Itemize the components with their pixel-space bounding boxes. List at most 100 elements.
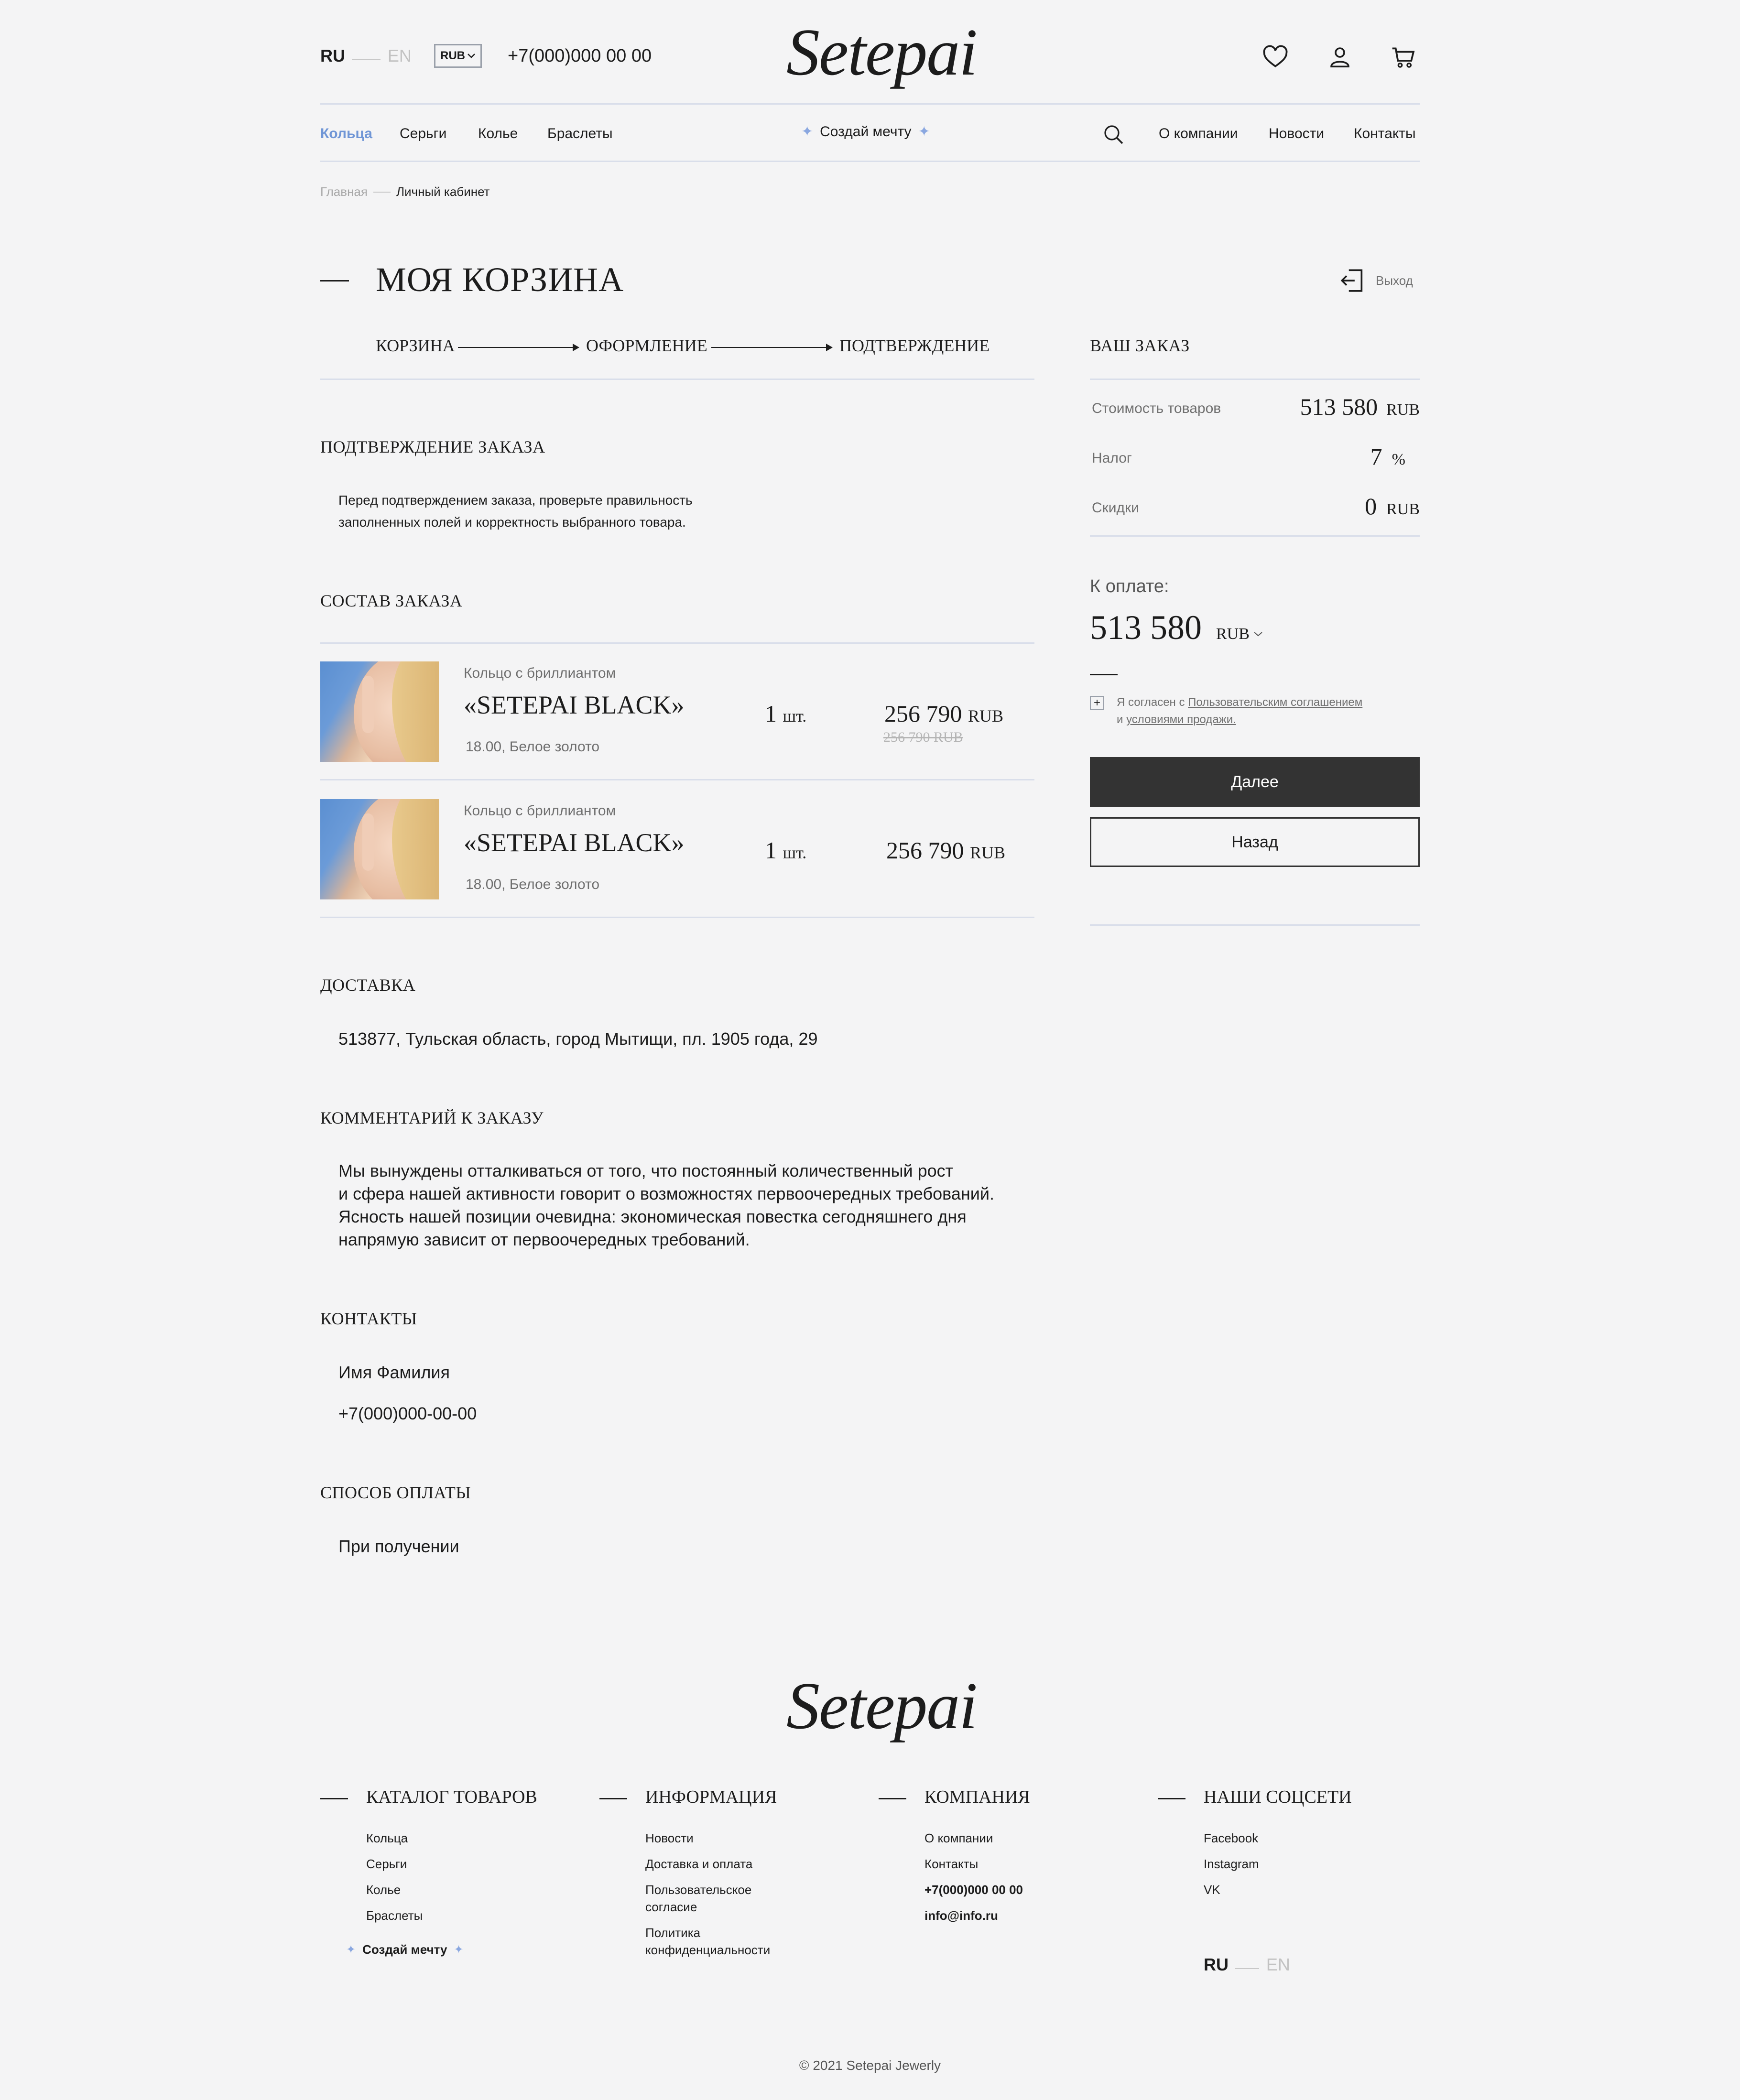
- payment-heading: СПОСОБ ОПЛАТЫ: [320, 1483, 471, 1502]
- breadcrumb-home[interactable]: Главная: [320, 184, 368, 199]
- footer-info-heading: ИНФОРМАЦИЯ: [645, 1787, 777, 1807]
- site-logo[interactable]: Setepai: [786, 19, 978, 86]
- logout-button[interactable]: Выход: [1338, 267, 1413, 294]
- lang-ru[interactable]: RU: [320, 46, 345, 65]
- confirm-text-line: заполненных полей и корректность выбранн…: [338, 515, 686, 530]
- lang-divider: [352, 59, 381, 60]
- price-currency: RUB: [970, 843, 1006, 862]
- nav-contacts[interactable]: Контакты: [1354, 126, 1416, 142]
- footer-catalog-links: Кольца Серьги Колье Браслеты: [366, 1829, 423, 1924]
- footer-link[interactable]: Колье: [366, 1881, 423, 1898]
- product-quantity: 1 шт.: [765, 836, 806, 864]
- product-image[interactable]: [320, 661, 439, 762]
- footer-link-facebook[interactable]: Facebook: [1204, 1829, 1259, 1847]
- quantity-value: 1: [765, 837, 777, 864]
- chevron-down-icon: [1254, 632, 1262, 637]
- order-heading: СОСТАВ ЗАКАЗА: [320, 591, 463, 610]
- footer-info-links: Новости Доставка и оплата Пользовательск…: [645, 1829, 789, 1959]
- discount-label: Скидки: [1092, 500, 1139, 516]
- discount-unit: RUB: [1386, 500, 1420, 518]
- product-image[interactable]: [320, 799, 439, 899]
- nav-earrings[interactable]: Серьги: [400, 126, 446, 142]
- footer-link[interactable]: Серьги: [366, 1855, 423, 1873]
- next-button[interactable]: Далее: [1090, 757, 1420, 807]
- nav-necklaces[interactable]: Колье: [478, 126, 518, 142]
- product-quantity: 1 шт.: [765, 700, 806, 727]
- footer-link[interactable]: Пользовательское согласие: [645, 1881, 789, 1916]
- footer-link[interactable]: Политика конфиденциальности: [645, 1924, 789, 1959]
- comment-line: Мы вынуждены отталкиваться от того, что …: [338, 1161, 954, 1180]
- logout-icon: [1340, 269, 1363, 292]
- to-pay-currency-select[interactable]: RUB: [1216, 625, 1263, 643]
- breadcrumb: Главная Личный кабинет: [320, 184, 490, 199]
- footer-link-instagram[interactable]: Instagram: [1204, 1855, 1259, 1873]
- footer-link-vk[interactable]: VK: [1204, 1881, 1259, 1898]
- breadcrumb-current: Личный кабинет: [396, 184, 490, 199]
- heart-icon[interactable]: [1262, 44, 1289, 73]
- product-name[interactable]: «SETEPAI BLACK»: [464, 828, 685, 857]
- nav-rings[interactable]: Кольца: [320, 126, 372, 142]
- to-pay-unit: RUB: [1216, 625, 1250, 643]
- price-value: 256 790: [886, 837, 964, 864]
- comment-heading: КОММЕНТАРИЙ К ЗАКАЗУ: [320, 1108, 544, 1127]
- summary-heading: ВАШ ЗАКАЗ: [1090, 336, 1190, 355]
- user-icon[interactable]: [1327, 44, 1353, 72]
- lang-en[interactable]: EN: [388, 46, 412, 65]
- step-confirm[interactable]: ПОДТВЕРЖДЕНИЕ: [839, 336, 990, 356]
- lang-ru[interactable]: RU: [1204, 1955, 1229, 1974]
- nav-bracelets[interactable]: Браслеты: [547, 126, 613, 142]
- delivery-heading: ДОСТАВКА: [320, 975, 416, 995]
- nav-create-dream-label: Создай мечту: [820, 123, 912, 140]
- image-detail: [362, 813, 374, 871]
- nav-create-dream[interactable]: ✦ Создай мечту ✦: [801, 123, 930, 140]
- footer-link[interactable]: Браслеты: [366, 1907, 423, 1924]
- footer-link[interactable]: Кольца: [366, 1829, 423, 1847]
- lang-en[interactable]: EN: [1266, 1955, 1290, 1974]
- step-arrow: [711, 344, 833, 351]
- step-checkout[interactable]: ОФОРМЛЕНИЕ: [586, 336, 707, 356]
- footer-logo[interactable]: Setepai: [786, 1673, 978, 1740]
- currency-select[interactable]: RUB: [434, 44, 482, 68]
- product-price: 256 790 RUB: [884, 700, 1003, 727]
- discount: 0 RUB: [1365, 492, 1420, 520]
- footer-dash: [1158, 1798, 1185, 1799]
- order-divider: [320, 642, 1034, 644]
- footer-phone[interactable]: +7(000)000 00 00: [924, 1881, 1023, 1898]
- header-phone[interactable]: +7(000)000 00 00: [508, 46, 652, 66]
- footer-dash: [320, 1798, 348, 1799]
- cart-icon[interactable]: [1390, 44, 1417, 73]
- footer-dash: [599, 1798, 627, 1799]
- product-name[interactable]: «SETEPAI BLACK»: [464, 690, 685, 720]
- language-switcher: RU EN: [320, 46, 412, 66]
- nav-news[interactable]: Новости: [1269, 126, 1324, 142]
- quantity-value: 1: [765, 700, 777, 727]
- step-cart[interactable]: КОРЗИНА: [376, 336, 455, 356]
- agree-checkbox[interactable]: +: [1090, 696, 1104, 710]
- agreement-link[interactable]: Пользовательским соглашением: [1188, 696, 1362, 709]
- footer-company-heading: КОМПАНИЯ: [924, 1787, 1030, 1807]
- footer-link[interactable]: Доставка и оплата: [645, 1855, 789, 1873]
- footer-social-heading: НАШИ СОЦСЕТИ: [1204, 1787, 1352, 1807]
- sale-terms-link[interactable]: условиями продажи.: [1126, 713, 1236, 726]
- order-bottom-divider: [320, 917, 1034, 918]
- item-divider: [320, 779, 1034, 780]
- to-pay-label: К оплате:: [1090, 576, 1169, 596]
- footer-language-switcher: RU EN: [1204, 1955, 1290, 1975]
- search-icon[interactable]: [1102, 123, 1125, 149]
- footer-link[interactable]: О компании: [924, 1829, 1023, 1847]
- back-button[interactable]: Назад: [1090, 817, 1420, 867]
- goods-cost-value: 513 580: [1300, 393, 1378, 420]
- lang-divider: [1235, 1968, 1260, 1969]
- quantity-unit: шт.: [783, 843, 807, 862]
- next-button-label: Далее: [1231, 772, 1279, 791]
- footer-catalog-heading: КАТАЛОГ ТОВАРОВ: [366, 1787, 537, 1807]
- header-divider: [320, 103, 1420, 105]
- to-pay-value: 513 580: [1090, 608, 1202, 647]
- footer-email[interactable]: info@info.ru: [924, 1907, 1023, 1924]
- footer-link[interactable]: Новости: [645, 1829, 789, 1847]
- footer-link[interactable]: Контакты: [924, 1855, 1023, 1873]
- sparkle-icon: ✦: [918, 124, 930, 140]
- nav-about[interactable]: О компании: [1159, 126, 1238, 142]
- tax: 7 %: [1370, 443, 1405, 470]
- footer-create-dream[interactable]: ✦ Создай мечту ✦: [346, 1942, 464, 1957]
